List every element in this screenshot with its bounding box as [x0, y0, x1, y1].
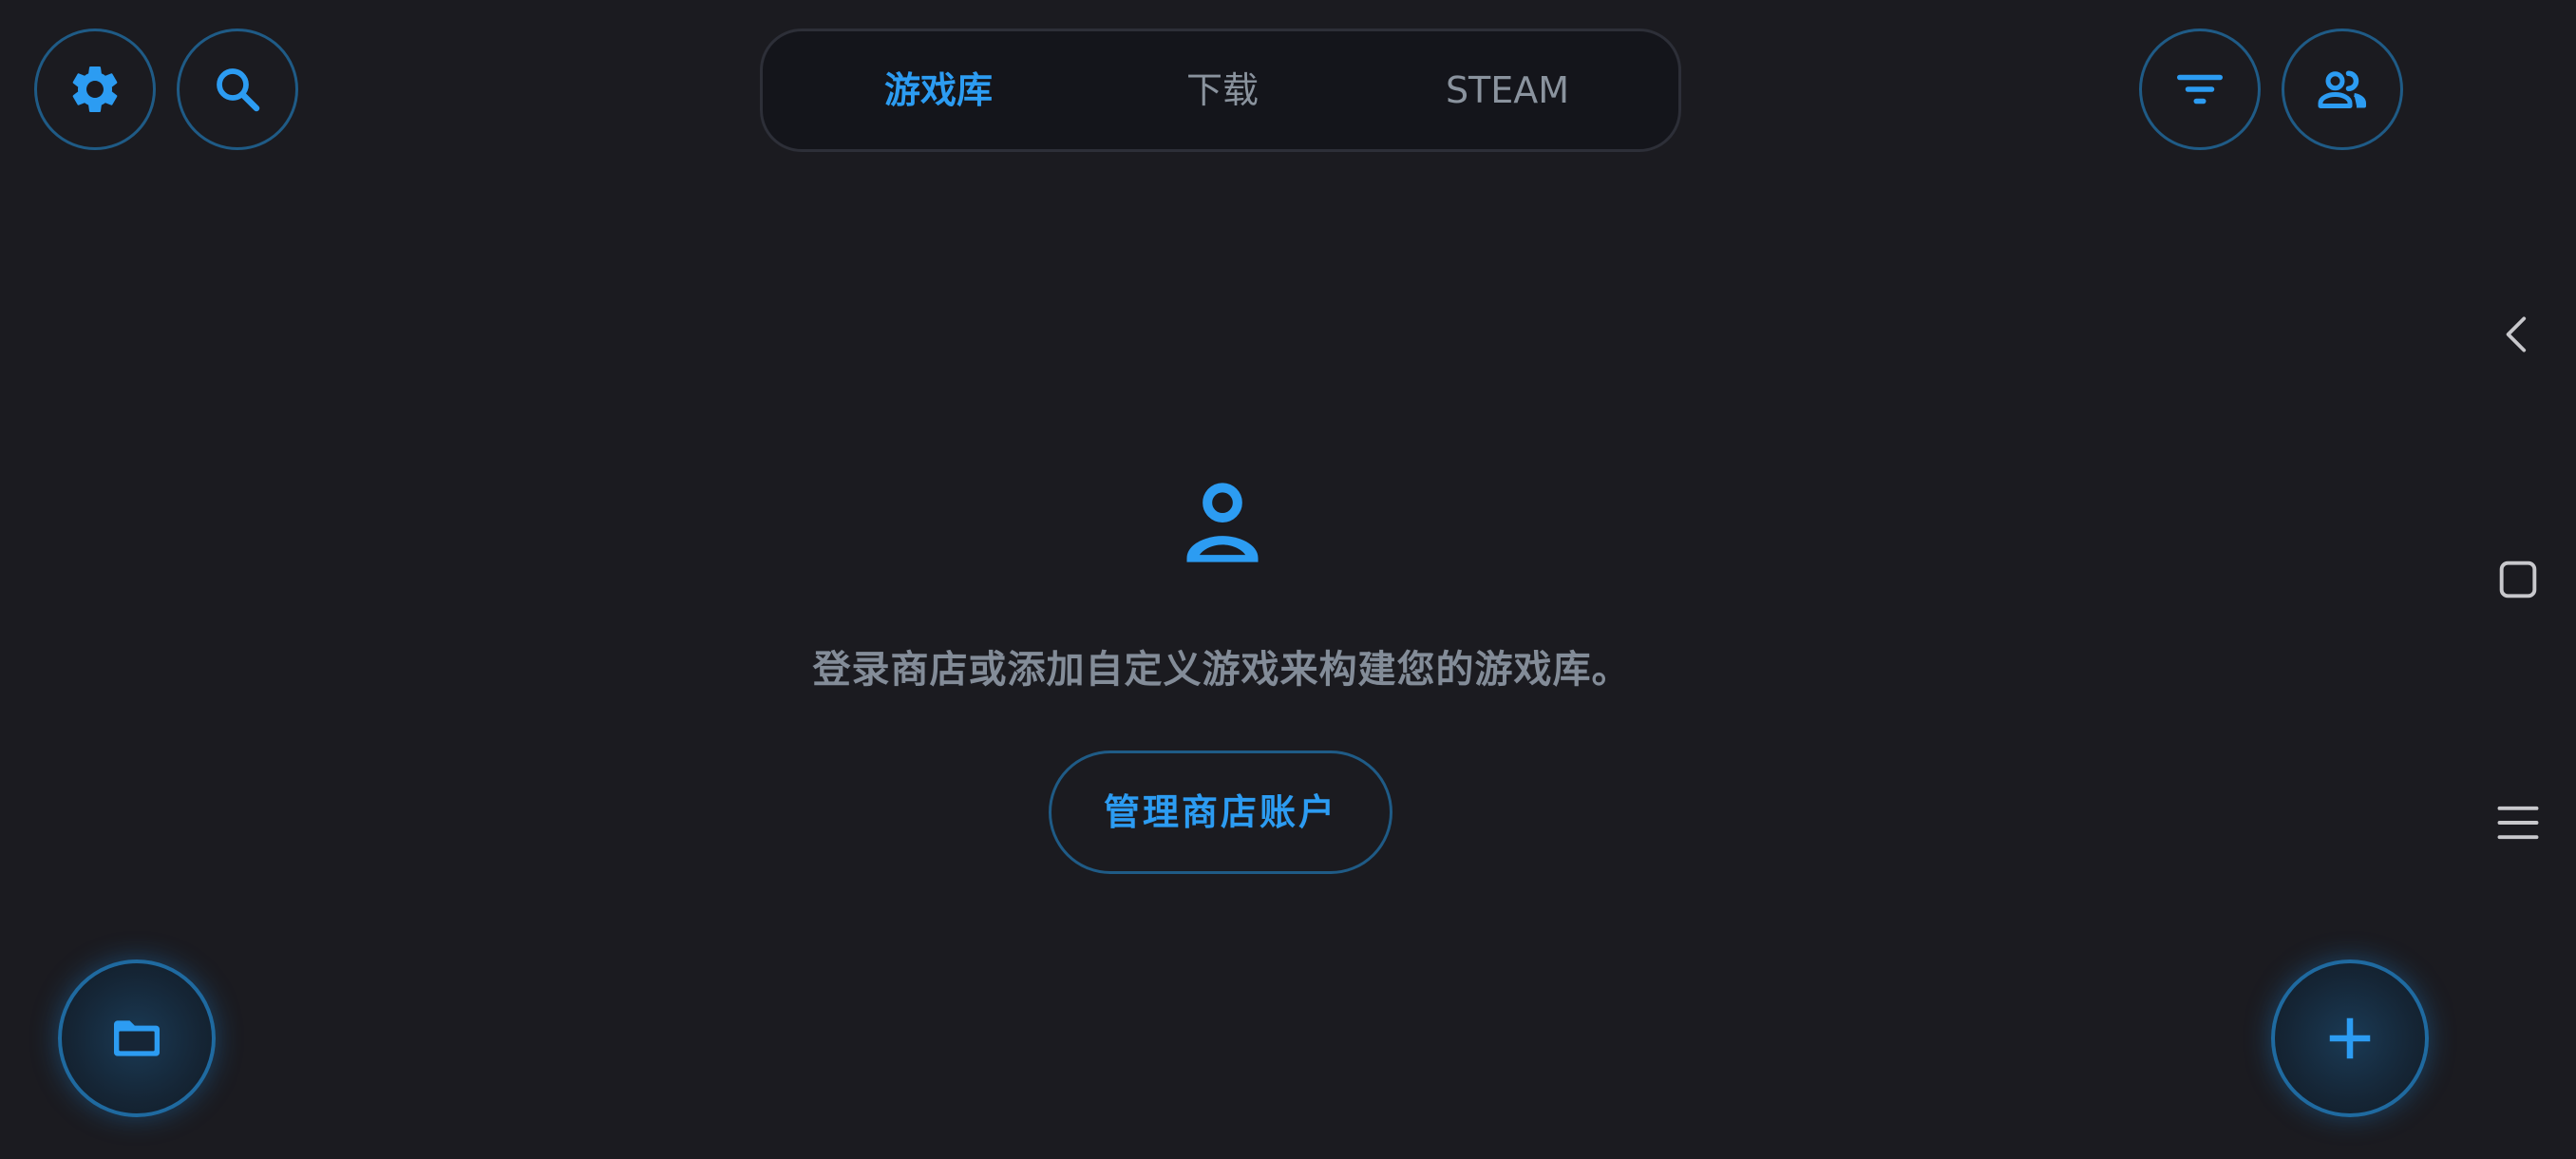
menu-lines-icon [2497, 806, 2539, 840]
folder-icon [114, 1020, 160, 1056]
tab-steam[interactable]: STEAM [1446, 31, 1569, 149]
plus-icon [2329, 1017, 2371, 1059]
back-arrow-icon [2506, 316, 2527, 352]
nav-back-button[interactable] [2460, 296, 2576, 372]
settings-button[interactable] [34, 28, 156, 150]
search-icon [217, 68, 260, 112]
nav-recents-button[interactable] [2460, 785, 2576, 861]
system-navigation-bar [2460, 0, 2576, 1159]
accounts-button[interactable] [2282, 28, 2403, 150]
search-button[interactable] [177, 28, 298, 150]
tab-library[interactable]: 游戏库 [884, 31, 993, 149]
filter-button[interactable] [2139, 28, 2261, 150]
add-game-button[interactable] [2271, 960, 2429, 1117]
empty-library-message: 登录商店或添加自定义游戏来构建您的游戏库。 [812, 648, 1631, 692]
nav-home-button[interactable] [2460, 542, 2576, 618]
tab-bar: 游戏库 下载 STEAM [760, 28, 1681, 152]
manage-store-accounts-button[interactable]: 管理商店账户 [1049, 750, 1392, 874]
tab-downloads[interactable]: 下载 [1186, 31, 1259, 149]
app-screen: 游戏库 下载 STEAM 登录商店或添加自定义游戏来构建您的游戏库。 管理商店账… [0, 0, 2576, 1159]
gear-icon [72, 66, 118, 112]
people-icon [2318, 70, 2366, 108]
filter-icon [2177, 74, 2223, 104]
square-icon [2499, 560, 2537, 598]
folder-button[interactable] [58, 960, 216, 1117]
person-icon [1186, 483, 1259, 562]
